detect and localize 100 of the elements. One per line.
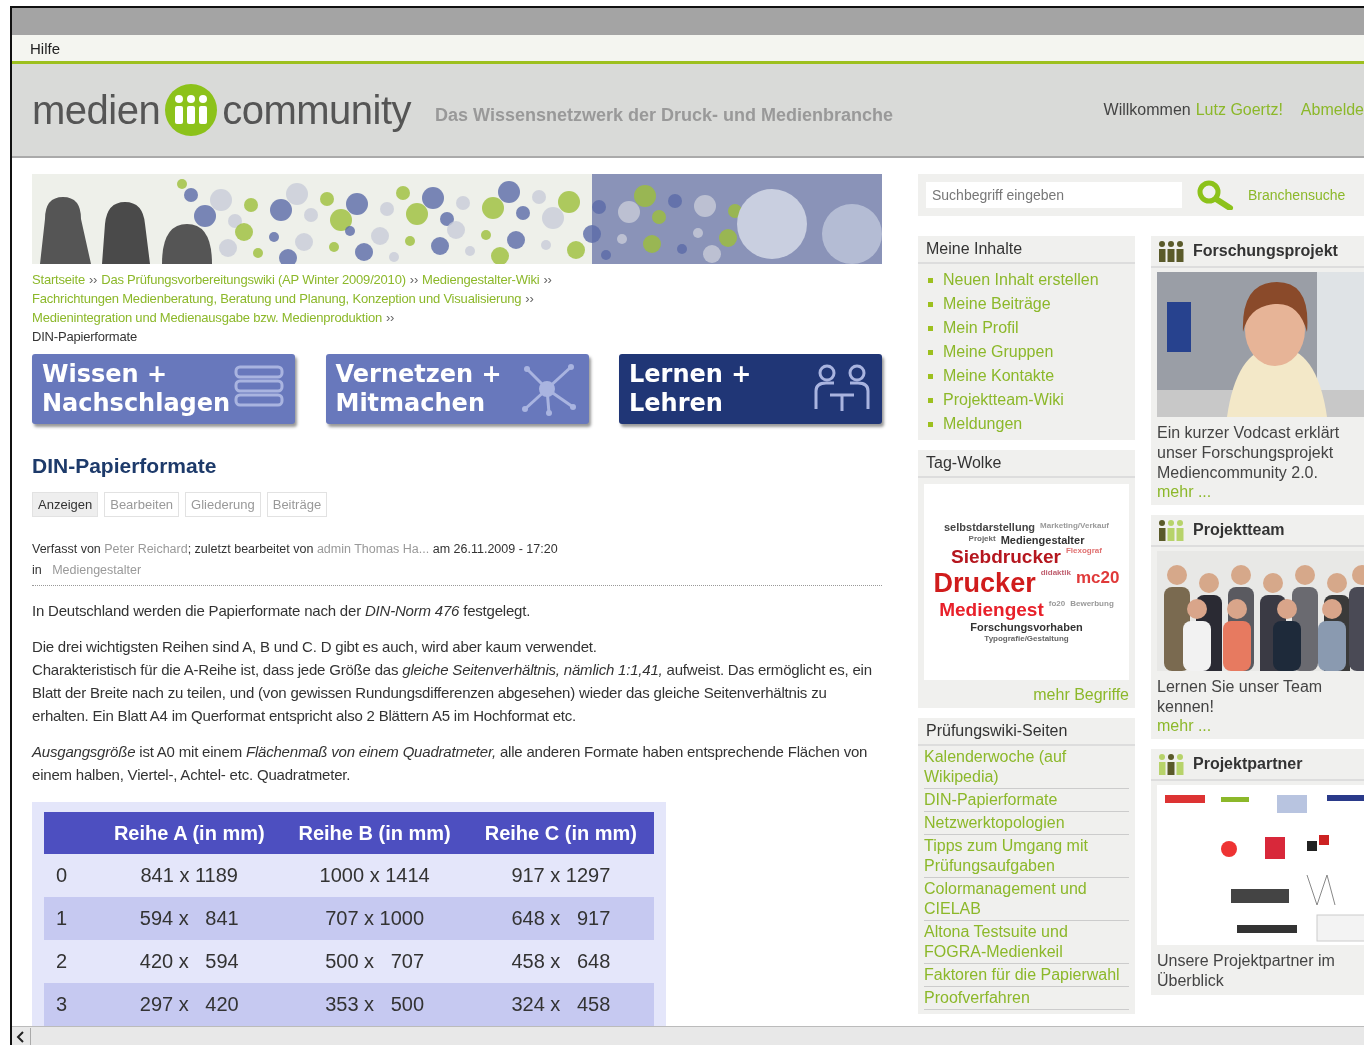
more-link[interactable]: mehr Begriffe bbox=[918, 680, 1135, 704]
meta-text: in bbox=[32, 563, 42, 577]
breadcrumb-separator: ›› bbox=[88, 271, 98, 289]
panel-title: Projektteam bbox=[1193, 521, 1285, 539]
wiki-link[interactable]: Faktoren für die Papierwahl bbox=[924, 964, 1129, 987]
table-cell: 917 x 1297 bbox=[467, 854, 654, 897]
logo-text: medien bbox=[32, 87, 161, 133]
panel-title: Prüfungswiki-Seiten bbox=[926, 722, 1068, 740]
tag-link[interactable]: didaktik bbox=[1040, 568, 1071, 600]
box-text: Ein kurzer Vodcast erklärt unser Forschungsprojekt Mediencommunity 2.0. bbox=[1156, 423, 1341, 483]
author-link[interactable]: Peter Reichard bbox=[104, 542, 188, 556]
tag-link[interactable]: Mediengestalter bbox=[1000, 533, 1085, 547]
tag-link[interactable]: Typografie/Gestaltung bbox=[984, 633, 1069, 643]
tag-link[interactable]: fo20 bbox=[1048, 599, 1066, 622]
box-text: Unsere Projektpartner im Überblick bbox=[1156, 951, 1336, 991]
date-text: am 26.11.2009 - 17:20 bbox=[432, 542, 558, 556]
people-icon bbox=[1159, 240, 1185, 262]
category-link[interactable]: Mediengestalter bbox=[52, 563, 142, 577]
tag-link[interactable]: Bewerbung bbox=[1070, 599, 1114, 622]
paragraph: Die drei wichtigsten Reihen sind A, B und C. D gibt es auch, wird aber kaum verwendet. bbox=[32, 637, 598, 657]
meta-text: ; zuletzt bearbeitet von bbox=[187, 542, 314, 556]
breadcrumb-link[interactable]: Fachrichtungen Medienberatung, Beratung und Planung, Konzeption und Visualisierung bbox=[32, 289, 522, 308]
tab[interactable]: Beiträge bbox=[266, 492, 328, 517]
wiki-link[interactable]: Colormanagement und CIELAB bbox=[924, 878, 1129, 921]
wiki-link[interactable]: Netzwerktopologien bbox=[924, 812, 1129, 835]
search-field[interactable]: Suchbegriff eingeben bbox=[926, 182, 1182, 208]
table-cell: 324 x 458 bbox=[467, 983, 654, 1026]
breadcrumb-link[interactable]: Startseite bbox=[32, 270, 85, 289]
people-icon bbox=[1159, 519, 1185, 541]
logo-text: community bbox=[222, 87, 412, 133]
section-button[interactable]: Wissen + Nachschlagen bbox=[32, 354, 295, 424]
wiki-link[interactable]: Tipps zum Umgang mit Prüfungsaufgaben bbox=[924, 835, 1129, 878]
table-cell: 297 x 420 bbox=[97, 983, 282, 1026]
section-button[interactable]: Lernen + Lehren bbox=[619, 354, 882, 424]
wiki-link[interactable]: Kalenderwoche (auf Wikipedia) bbox=[924, 746, 1129, 789]
tag-link[interactable]: Projekt bbox=[968, 533, 996, 547]
branchensuche-link[interactable]: Branchensuche bbox=[1248, 187, 1346, 203]
table-cell: 353 x 500 bbox=[281, 983, 468, 1026]
editor-link[interactable]: admin Thomas Ha... bbox=[316, 542, 430, 556]
more-link[interactable]: mehr ... bbox=[1151, 483, 1364, 501]
tag-link[interactable]: Marketing/Verkauf bbox=[1040, 521, 1109, 534]
breadcrumb-separator: ›› bbox=[525, 290, 534, 308]
tag-link[interactable]: Forschungsvorhaben bbox=[970, 621, 1083, 634]
table-cell: 594 x 841 bbox=[97, 897, 282, 940]
menu-link[interactable]: Meine Beiträge bbox=[918, 292, 1135, 316]
tab[interactable]: Gliederung bbox=[185, 492, 261, 517]
table-header: Reihe C (in mm) bbox=[467, 812, 654, 854]
wiki-link[interactable]: Altona Testsuite und FOGRA-Medienkeil bbox=[924, 921, 1129, 964]
menu-link[interactable]: Meldungen bbox=[918, 412, 1135, 436]
menu-link[interactable]: Projektteam-Wiki bbox=[918, 388, 1135, 412]
table-header: Reihe A (in mm) bbox=[97, 812, 282, 854]
wiki-link[interactable]: DIN-Papierformate bbox=[924, 789, 1129, 812]
logout-link[interactable]: Abmelde bbox=[1300, 101, 1364, 119]
breadcrumb-separator: ›› bbox=[409, 271, 419, 289]
tag-link[interactable]: Flexograf bbox=[1065, 546, 1102, 569]
tagline: Das Wissensnetzwerk der Druck- und Medienbranche bbox=[435, 104, 894, 126]
paragraph: In Deutschland werden die Papierformate nach der DIN-Norm 476 festgelegt. bbox=[32, 601, 532, 621]
page-title: DIN-Papierformate bbox=[32, 454, 218, 478]
section-button[interactable]: Vernetzen + Mitmachen bbox=[325, 354, 589, 424]
menu-link[interactable]: Neuen Inhalt erstellen bbox=[918, 268, 1135, 292]
table-cell: 0 bbox=[44, 854, 97, 897]
tag-link[interactable]: selbstdarstellung bbox=[944, 521, 1036, 534]
breadcrumb-current: DIN-Papierformate bbox=[32, 328, 138, 346]
panel-title: Meine Inhalte bbox=[926, 240, 1023, 258]
logo-icon bbox=[164, 83, 219, 137]
table-cell: 648 x 917 bbox=[467, 897, 654, 940]
tag-link[interactable]: mc20 bbox=[1075, 568, 1120, 600]
tag-link[interactable]: Drucker bbox=[933, 568, 1036, 600]
table-cell: 500 x 707 bbox=[281, 940, 468, 983]
breadcrumb-link[interactable]: Medienintegration und Medienausgabe bzw. Medienproduktion bbox=[32, 308, 382, 327]
menu-link[interactable]: Meine Gruppen bbox=[918, 340, 1135, 364]
panel-title: Forschungsprojekt bbox=[1193, 242, 1338, 260]
menu-link[interactable]: Mein Profil bbox=[918, 316, 1135, 340]
horizontal-scrollbar[interactable] bbox=[12, 1026, 1364, 1045]
search-icon[interactable] bbox=[1196, 180, 1234, 210]
breadcrumb-link[interactable]: Mediengestalter-Wiki bbox=[422, 270, 540, 289]
meta-text: Verfasst von bbox=[32, 542, 101, 556]
table-header: Reihe B (in mm) bbox=[281, 812, 468, 854]
tab[interactable]: Bearbeiten bbox=[104, 492, 180, 517]
table-cell: 458 x 648 bbox=[467, 940, 654, 983]
tag-link[interactable]: Siebdrucker bbox=[951, 546, 1061, 569]
menu-link[interactable]: Meine Kontakte bbox=[918, 364, 1135, 388]
table-cell: 1000 x 1414 bbox=[281, 854, 468, 897]
breadcrumb-link[interactable]: Das Prüfungsvorbereitungswiki (AP Winter 2009/2010) bbox=[101, 270, 406, 289]
table-cell: 420 x 594 bbox=[97, 940, 282, 983]
table-cell: 841 x 1189 bbox=[97, 854, 282, 897]
breadcrumb-separator: ›› bbox=[385, 309, 395, 327]
panel-title: Projektpartner bbox=[1193, 755, 1303, 773]
tag-link[interactable]: Mediengest bbox=[939, 599, 1044, 622]
wiki-link[interactable]: Proofverfahren bbox=[924, 987, 1129, 1010]
table-cell: 1 bbox=[44, 897, 97, 940]
tab[interactable]: Anzeigen bbox=[32, 492, 99, 517]
table-cell: 3 bbox=[44, 983, 97, 1026]
table-cell: 707 x 1000 bbox=[281, 897, 468, 940]
people-icon bbox=[1159, 753, 1185, 775]
menu-item[interactable]: Hilfe bbox=[30, 39, 60, 57]
more-link[interactable]: mehr ... bbox=[1151, 717, 1364, 735]
paragraph: Charakteristisch für die A-Reihe ist, dass jede Größe das gleiche Seitenverhältnis, nämlich 1:1,41, aufweist. Das ermöglicht es, ein Blatt der Breite nach zu teilen, und (von gewissen Rundungsdifferenzen abgesehen) wieder das gleiche Seitenverhältnis zu erhalten. Ein Blatt A4 im Querformat entspricht also 2 Blättern A5 im Hochformat etc. bbox=[32, 660, 873, 726]
panel-title: Tag-Wolke bbox=[926, 454, 1002, 472]
user-link[interactable]: Lutz Goertz! bbox=[1195, 101, 1283, 119]
